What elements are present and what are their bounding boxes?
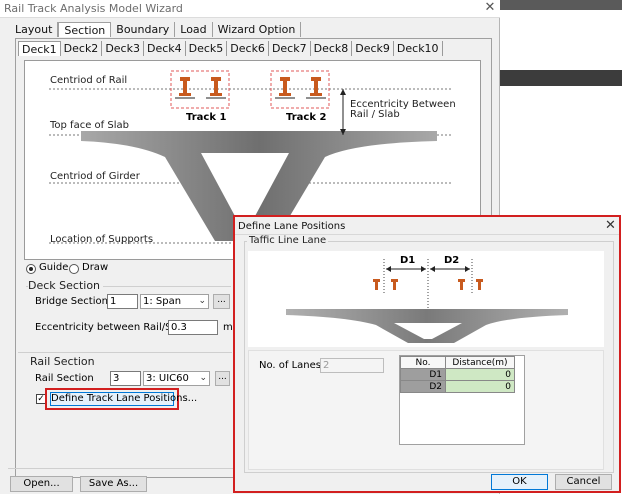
- eccentricity-input[interactable]: 0.3: [168, 320, 218, 335]
- tab-deck1[interactable]: Deck1: [18, 41, 61, 56]
- track1-box: [170, 70, 230, 109]
- open-button[interactable]: Open...: [10, 476, 73, 492]
- lane-diagram-drawing: [286, 259, 568, 343]
- tab-deck6[interactable]: Deck6: [227, 41, 269, 56]
- tab-deck4[interactable]: Deck4: [144, 41, 186, 56]
- cancel-button[interactable]: Cancel: [555, 474, 612, 490]
- tab-deck8[interactable]: Deck8: [311, 41, 353, 56]
- label-centroid-of-girder: Centriod of Girder: [50, 171, 140, 182]
- table-header-distance: Distance(m): [445, 356, 515, 369]
- chevron-down-icon: ⌄: [199, 373, 207, 383]
- lane-distance-table: No. Distance(m) D1 0 D2 0: [399, 355, 525, 445]
- window-title: Rail Track Analysis Model Wizard: [4, 2, 183, 15]
- rail-section-group-label: Rail Section: [30, 355, 98, 368]
- row-d2-distance[interactable]: 0: [445, 380, 515, 393]
- table-header-no: No.: [400, 356, 446, 369]
- deck-section-label: Deck Section: [28, 279, 104, 292]
- tab-deck5[interactable]: Deck5: [186, 41, 228, 56]
- label-track1: Track 1: [186, 112, 227, 123]
- radio-draw[interactable]: [69, 264, 79, 274]
- rail-icons: [179, 77, 322, 96]
- tab-load[interactable]: Load: [175, 22, 213, 37]
- eccentricity-label: Eccentricity between Rail/Slab: [35, 322, 187, 333]
- traffic-line-lane-label: Taffic Line Lane: [247, 235, 329, 246]
- eccentricity-unit: m: [223, 322, 233, 333]
- title-bar: Rail Track Analysis Model Wizard ✕: [0, 0, 500, 18]
- d2-label: D2: [444, 255, 460, 266]
- tab-deck9[interactable]: Deck9: [352, 41, 394, 56]
- no-of-lanes-input[interactable]: 2: [320, 358, 384, 373]
- label-track2: Track 2: [286, 112, 327, 123]
- tab-deck10[interactable]: Deck10: [394, 41, 443, 56]
- main-tabs: Layout Section Boundary Load Wizard Opti…: [10, 22, 302, 37]
- background-app-strip: [500, 70, 622, 86]
- table-row: D1 0: [400, 368, 515, 381]
- radio-guide[interactable]: [26, 264, 36, 274]
- close-icon[interactable]: ✕: [483, 0, 497, 16]
- rail-section-number-input[interactable]: 3: [110, 371, 141, 386]
- tab-deck3[interactable]: Deck3: [102, 41, 144, 56]
- radio-guide-label: Guide: [39, 262, 69, 273]
- label-top-face-of-slab: Top face of Slab: [50, 120, 129, 131]
- tab-boundary[interactable]: Boundary: [111, 22, 176, 37]
- bridge-section-more-button[interactable]: ...: [213, 294, 230, 309]
- lane-diagram: D1 D2: [248, 251, 604, 347]
- no-of-lanes-label: No. of Lanes: [259, 360, 321, 371]
- bridge-section-select-value: 1: Span: [143, 296, 182, 307]
- tab-deck2[interactable]: Deck2: [61, 41, 103, 56]
- tab-wizard-option[interactable]: Wizard Option: [213, 22, 302, 37]
- bridge-section-label: Bridge Section: [35, 296, 108, 307]
- footer-divider: [8, 468, 236, 469]
- d1-label: D1: [400, 255, 416, 266]
- bridge-section-select[interactable]: 1: Span ⌄: [140, 294, 209, 309]
- rail-section-divider: [18, 352, 232, 353]
- background-app-strip: [500, 0, 622, 10]
- rail-section-label: Rail Section: [35, 373, 94, 384]
- bridge-section-number-input[interactable]: 1: [107, 294, 138, 309]
- radio-draw-label: Draw: [82, 262, 109, 273]
- deck-tabs: Deck1 Deck2 Deck3 Deck4 Deck5 Deck6 Deck…: [18, 41, 443, 56]
- chevron-down-icon: ⌄: [198, 296, 206, 306]
- label-centroid-of-rail: Centriod of Rail: [50, 75, 128, 86]
- label-location-of-supports: Location of Supports: [50, 234, 154, 245]
- row-d2-no: D2: [400, 380, 446, 393]
- define-track-lane-positions-button[interactable]: Define Track Lane Positions...: [50, 392, 197, 406]
- define-lane-positions-dialog: Define Lane Positions ✕ Taffic Line Lane: [233, 215, 621, 493]
- rail-section-select[interactable]: 3: UIC60 ⌄: [143, 371, 210, 386]
- tab-section[interactable]: Section: [58, 22, 112, 37]
- rail-section-select-value: 3: UIC60: [146, 373, 189, 384]
- tab-layout[interactable]: Layout: [10, 22, 59, 37]
- row-d1-no: D1: [400, 368, 446, 381]
- ok-button[interactable]: OK: [491, 474, 548, 490]
- lane-settings-area: No. of Lanes 2 No. Distance(m) D1 0 D2 0: [248, 350, 604, 470]
- close-icon[interactable]: ✕: [605, 218, 616, 233]
- row-d1-distance[interactable]: 0: [445, 368, 515, 381]
- dialog-title: Define Lane Positions: [238, 221, 346, 232]
- track2-box: [270, 70, 330, 109]
- label-eccentricity-2: Rail / Slab: [350, 109, 400, 120]
- tab-deck7[interactable]: Deck7: [269, 41, 311, 56]
- save-as-button[interactable]: Save As...: [80, 476, 147, 492]
- rail-section-more-button[interactable]: ...: [215, 371, 230, 386]
- table-row: D2 0: [400, 380, 515, 393]
